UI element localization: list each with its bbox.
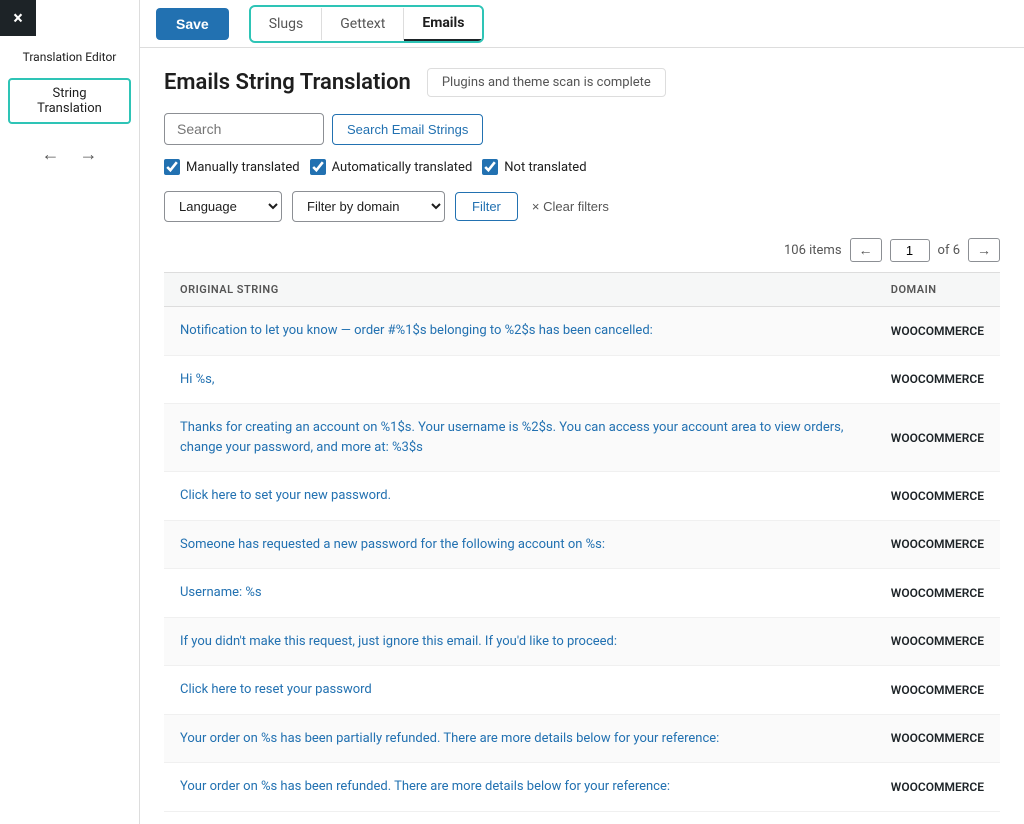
filter-row: Manually translated Automatically transl… — [164, 159, 1000, 175]
domain-cell: WOOCOMMERCE — [875, 666, 1000, 715]
tabs-bar: Slugs Gettext Emails — [249, 5, 485, 43]
manually-translated-filter[interactable]: Manually translated — [164, 159, 300, 175]
table-row: Your order on %s has been refunded. Ther… — [164, 763, 1000, 812]
string-link[interactable]: Thanks for creating an account on %1$s. … — [180, 420, 843, 455]
col-domain: DOMAIN — [875, 273, 1000, 307]
table-row: Hi %s, WOOCOMMERCE — [164, 355, 1000, 404]
domain-cell: WOOCOMMERCE — [875, 404, 1000, 472]
forward-arrow-button[interactable]: → — [76, 140, 102, 169]
pagination-next-button[interactable]: → — [968, 238, 1000, 262]
save-button[interactable]: Save — [156, 8, 229, 40]
string-cell: Notification to let you know — order #%1… — [164, 307, 875, 356]
topbar: Save Slugs Gettext Emails — [140, 0, 1024, 48]
string-cell: Click here to reset your password — [164, 666, 875, 715]
sidebar-nav: Translation Editor String Translation ← … — [0, 36, 139, 177]
string-cell: Someone has requested a new password for… — [164, 520, 875, 569]
domain-cell: WOOCOMMERCE — [875, 307, 1000, 356]
table-row: Someone has requested a new password for… — [164, 520, 1000, 569]
clear-filters-button[interactable]: × Clear filters — [528, 193, 613, 220]
domain-cell: WOOCOMMERCE — [875, 763, 1000, 812]
total-pages-label: of 6 — [938, 243, 960, 258]
back-arrow-button[interactable]: ← — [38, 140, 64, 169]
table-row: Click here to set your new password. WOO… — [164, 472, 1000, 521]
strings-table: ORIGINAL STRING DOMAIN Notification to l… — [164, 272, 1000, 812]
filter-row-2: Language Filter by domain Filter × Clear… — [164, 191, 1000, 222]
automatically-translated-label: Automatically translated — [332, 160, 473, 175]
language-select[interactable]: Language — [164, 191, 282, 222]
manually-translated-checkbox[interactable] — [164, 159, 180, 175]
string-link[interactable]: Click here to reset your password — [180, 682, 372, 697]
tab-gettext[interactable]: Gettext — [322, 8, 404, 40]
close-icon: × — [13, 8, 23, 29]
string-link[interactable]: Someone has requested a new password for… — [180, 537, 605, 552]
page-title: Emails String Translation — [164, 70, 411, 95]
pagination-row: 106 items ← of 6 → — [164, 238, 1000, 262]
page-number-input[interactable] — [890, 239, 930, 262]
string-cell: Hi %s, — [164, 355, 875, 404]
domain-cell: WOOCOMMERCE — [875, 714, 1000, 763]
pagination-prev-button[interactable]: ← — [850, 238, 882, 262]
domain-cell: WOOCOMMERCE — [875, 569, 1000, 618]
table-row: Notification to let you know — order #%1… — [164, 307, 1000, 356]
search-email-strings-button[interactable]: Search Email Strings — [332, 114, 483, 145]
table-row: Thanks for creating an account on %1$s. … — [164, 404, 1000, 472]
string-link[interactable]: Notification to let you know — order #%1… — [180, 323, 653, 338]
domain-cell: WOOCOMMERCE — [875, 472, 1000, 521]
domain-cell: WOOCOMMERCE — [875, 355, 1000, 404]
string-link[interactable]: Hi %s, — [180, 372, 214, 387]
not-translated-filter[interactable]: Not translated — [482, 159, 586, 175]
string-cell: Thanks for creating an account on %1$s. … — [164, 404, 875, 472]
sidebar: × Translation Editor String Translation … — [0, 0, 140, 824]
string-link[interactable]: Your order on %s has been partially refu… — [180, 731, 719, 746]
string-link[interactable]: If you didn't make this request, just ig… — [180, 634, 617, 649]
main-panel: Save Slugs Gettext Emails Emails String … — [140, 0, 1024, 824]
string-link[interactable]: Your order on %s has been refunded. Ther… — [180, 779, 670, 794]
domain-cell: WOOCOMMERCE — [875, 617, 1000, 666]
not-translated-label: Not translated — [504, 160, 586, 175]
automatically-translated-checkbox[interactable] — [310, 159, 326, 175]
filter-button[interactable]: Filter — [455, 192, 518, 221]
tab-emails[interactable]: Emails — [404, 7, 482, 41]
not-translated-checkbox[interactable] — [482, 159, 498, 175]
scan-badge[interactable]: Plugins and theme scan is complete — [427, 68, 666, 97]
content-area: Emails String Translation Plugins and th… — [140, 48, 1024, 824]
table-row: Your order on %s has been partially refu… — [164, 714, 1000, 763]
search-input[interactable] — [164, 113, 324, 145]
sidebar-arrows: ← → — [38, 140, 102, 169]
string-cell: Your order on %s has been partially refu… — [164, 714, 875, 763]
close-button[interactable]: × — [0, 0, 36, 36]
col-original-string: ORIGINAL STRING — [164, 273, 875, 307]
string-link[interactable]: Click here to set your new password. — [180, 488, 391, 503]
page-header: Emails String Translation Plugins and th… — [164, 68, 1000, 97]
automatically-translated-filter[interactable]: Automatically translated — [310, 159, 473, 175]
table-row: Username: %s WOOCOMMERCE — [164, 569, 1000, 618]
string-cell: If you didn't make this request, just ig… — [164, 617, 875, 666]
search-row: Search Email Strings — [164, 113, 1000, 145]
tab-slugs[interactable]: Slugs — [251, 8, 323, 40]
table-row: Click here to reset your password WOOCOM… — [164, 666, 1000, 715]
domain-cell: WOOCOMMERCE — [875, 520, 1000, 569]
string-cell: Username: %s — [164, 569, 875, 618]
sidebar-item-string-translation[interactable]: String Translation — [8, 78, 131, 124]
manually-translated-label: Manually translated — [186, 160, 300, 175]
table-row: If you didn't make this request, just ig… — [164, 617, 1000, 666]
domain-select[interactable]: Filter by domain — [292, 191, 445, 222]
total-items-label: 106 items — [784, 243, 842, 258]
string-link[interactable]: Username: %s — [180, 585, 262, 600]
string-cell: Your order on %s has been refunded. Ther… — [164, 763, 875, 812]
sidebar-item-translation-editor[interactable]: Translation Editor — [0, 44, 139, 70]
string-cell: Click here to set your new password. — [164, 472, 875, 521]
